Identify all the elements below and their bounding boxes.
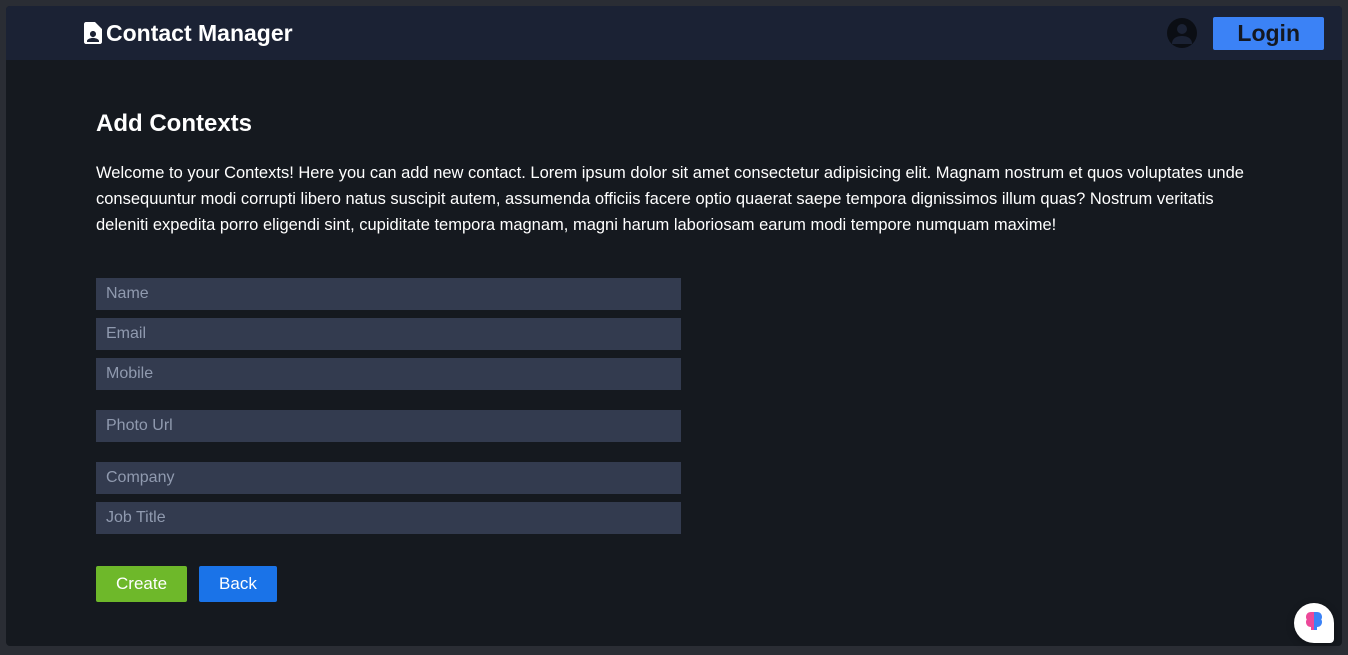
form-buttons: Create Back: [96, 566, 681, 602]
nav-right: Login: [1167, 17, 1324, 50]
create-button[interactable]: Create: [96, 566, 187, 602]
page-title: Add Contexts: [96, 110, 1252, 138]
brand-text: Contact Manager: [106, 20, 293, 47]
assistant-floating-button[interactable]: [1294, 603, 1334, 643]
add-contact-form: Create Back: [96, 278, 681, 602]
brain-icon: [1303, 610, 1325, 637]
job-title-field[interactable]: [96, 502, 681, 534]
login-button[interactable]: Login: [1213, 17, 1324, 50]
email-field[interactable]: [96, 318, 681, 350]
photo-url-field[interactable]: [96, 410, 681, 442]
brand[interactable]: Contact Manager: [84, 20, 293, 47]
navbar: Contact Manager Login: [6, 6, 1342, 60]
back-button[interactable]: Back: [199, 566, 277, 602]
mobile-field[interactable]: [96, 358, 681, 390]
app-container: Contact Manager Login Add Contexts Welco…: [6, 6, 1342, 646]
contact-card-icon: [84, 22, 102, 44]
company-field[interactable]: [96, 462, 681, 494]
main-content: Add Contexts Welcome to your Contexts! H…: [6, 60, 1342, 632]
user-avatar-icon[interactable]: [1167, 18, 1197, 48]
name-field[interactable]: [96, 278, 681, 310]
page-description: Welcome to your Contexts! Here you can a…: [96, 160, 1252, 238]
